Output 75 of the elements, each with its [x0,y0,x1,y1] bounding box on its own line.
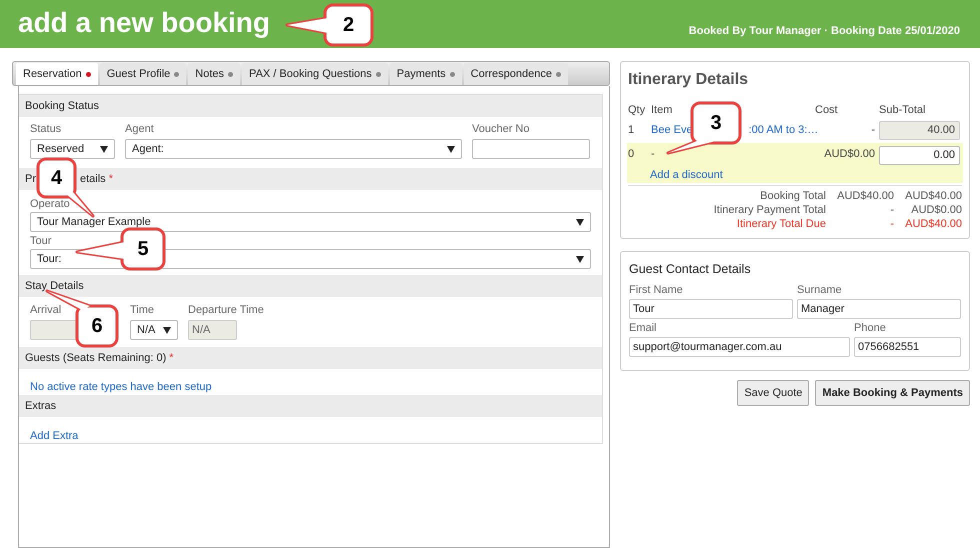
tab[interactable]: Notes [188,63,240,85]
departure-time-field: N/A [188,320,237,340]
card-title: Guest Contact Details [629,261,752,278]
tab[interactable]: Payments [390,63,462,85]
make-booking-button[interactable]: Make Booking & Payments [815,380,970,406]
agent-select[interactable]: Agent: [125,139,462,159]
field-label: First Name [629,282,683,297]
total-label: Itinerary Total Due [736,216,826,230]
total-value: AUD$0.00 [910,202,962,216]
dropdown-caret-icon [163,326,171,334]
dropdown-caret-icon [576,256,584,262]
time-select[interactable]: N/A [130,320,178,340]
booking-meta: Booked By Tour Manager · Booking Date 25/01/2020 [688,24,960,39]
callout-number: 2 [342,13,356,38]
total-value: - [889,202,894,216]
section-title: Pr [25,172,36,187]
callout-number: 6 [90,314,104,339]
dropdown-caret-icon [576,218,584,226]
section-title: Stay Details [25,278,84,294]
total-value: AUD$40.00 [836,188,894,202]
tab[interactable]: PAX / Booking Questions [242,63,388,85]
add-discount-link[interactable]: Add a discount [650,166,962,183]
field-label: Departure Time [188,303,264,317]
info-message: No active rate types have been setup [30,381,212,393]
field-label: Status [30,122,62,136]
section-title: etails [80,172,106,187]
field-label: Time [130,303,154,317]
field-label: Agent [125,122,154,136]
add-extra-link[interactable]: Add Extra [30,430,78,442]
tab[interactable]: Reservation [16,63,98,85]
table-cell-text: 1 [628,123,636,138]
item-link[interactable]: :00 AM to 3:… [748,122,818,139]
voucher-field[interactable] [472,139,590,159]
subtotal-field: 40.00 [879,121,960,140]
table-cell-text: AUD$0.00 [823,146,875,162]
dropdown-caret-icon [100,146,108,152]
total-value: AUD$40.00 [904,188,962,202]
page-title: add a new booking [18,8,270,40]
required-mark: * [169,350,174,366]
table-cell-text: - [870,123,875,138]
total-label: Booking Total [760,188,826,202]
discount-field[interactable]: 0.00 [879,146,960,164]
arrival-date-field[interactable] [30,320,76,340]
table-cell-text: 0 [628,146,636,162]
field-label: Tour [30,234,52,248]
email-field[interactable]: support@tourmanager.com.au [629,336,850,357]
column-header: Sub-Total [879,103,926,118]
section-title: Extras [25,398,56,414]
field-label: Arrival [30,303,62,317]
section-title: Guests (Seats Remaining: 0) [25,350,166,366]
surname-field[interactable]: Manager [797,298,961,319]
column-header: Qty [628,103,646,118]
tab[interactable]: Guest Profile [100,63,186,85]
required-mark: * [108,172,113,187]
column-header: Item [651,103,674,118]
field-label: Phone [854,320,886,335]
first-name-field[interactable]: Tour [629,298,793,319]
field-label: Surname [797,282,842,297]
callout-number: 3 [709,111,723,136]
total-value: AUD$40.00 [904,216,962,230]
callout-number: 4 [50,166,64,191]
column-header: Cost [815,103,839,118]
table-cell-text: - [651,146,656,162]
card-title: Itinerary Details [628,70,750,90]
dropdown-caret-icon [447,146,455,152]
total-label: Itinerary Payment Total [714,202,826,216]
field-label: Operato [30,197,70,211]
total-value: - [889,216,894,230]
phone-field[interactable]: 0756682551 [854,336,961,357]
status-select[interactable]: Reserved [30,139,115,159]
save-quote-button[interactable]: Save Quote [737,380,810,406]
field-label: Email [629,320,657,335]
section-title: Booking Status [25,98,99,114]
tab[interactable]: Correspondence [464,63,568,85]
field-label: Voucher No [472,122,530,136]
